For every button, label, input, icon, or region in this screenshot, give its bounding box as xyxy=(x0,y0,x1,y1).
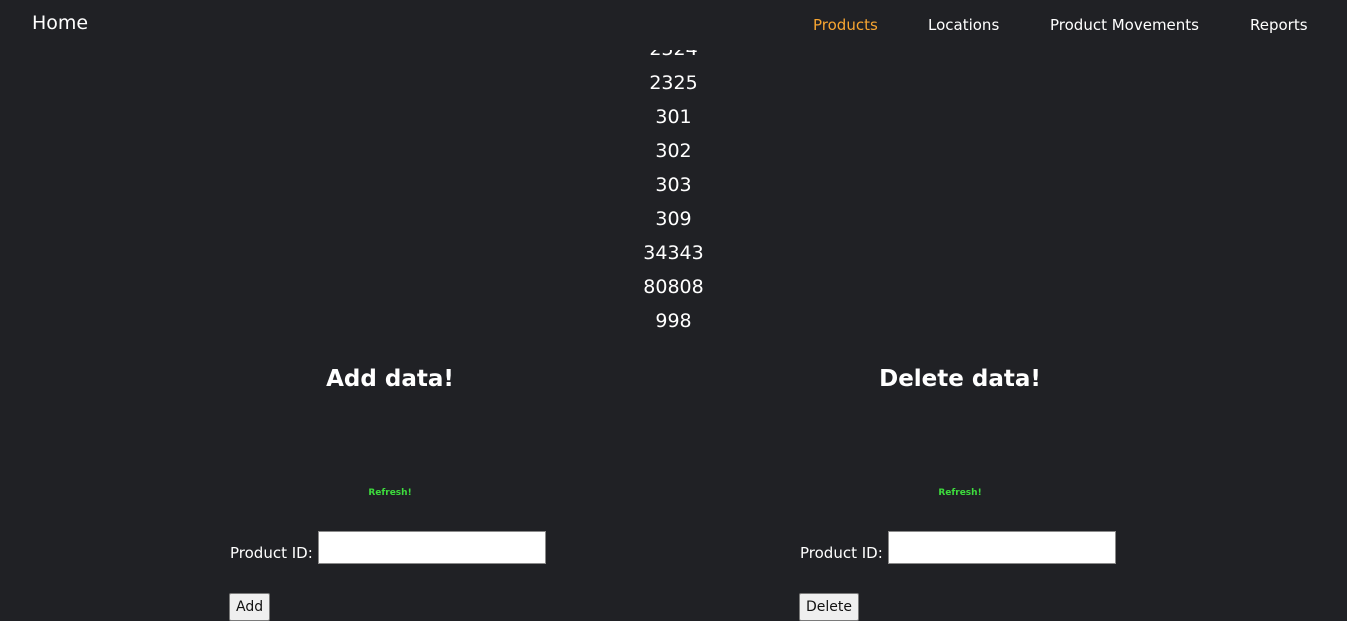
delete-data-title: Delete data! xyxy=(879,366,1041,392)
product-id-item: 2325 xyxy=(649,72,698,94)
add-data-title: Add data! xyxy=(326,366,454,392)
add-product-id-label: Product ID: xyxy=(230,544,313,562)
product-id-item: 302 xyxy=(655,140,692,162)
nav-link-locations[interactable]: Locations xyxy=(928,16,999,34)
nav-link-products[interactable]: Products xyxy=(813,16,878,34)
delete-button[interactable]: Delete xyxy=(799,593,859,621)
top-navbar: Home Products Locations Product Movement… xyxy=(0,0,1347,50)
delete-product-id-input[interactable] xyxy=(888,531,1116,564)
product-id-item: 301 xyxy=(655,106,692,128)
add-refresh-text: Refresh! xyxy=(368,488,412,498)
product-id-item: 303 xyxy=(655,174,692,196)
product-id-item: 80808 xyxy=(643,276,704,298)
delete-product-id-label: Product ID: xyxy=(800,544,883,562)
add-product-id-input[interactable] xyxy=(318,531,546,564)
home-link[interactable]: Home xyxy=(32,12,88,34)
nav-link-product-movements[interactable]: Product Movements xyxy=(1050,16,1199,34)
product-id-list: 2324 2325 301 302 303 309 34343 80808 99… xyxy=(0,32,1347,338)
delete-refresh-text: Refresh! xyxy=(938,488,982,498)
add-button[interactable]: Add xyxy=(229,593,271,621)
product-id-item: 998 xyxy=(655,310,692,332)
nav-link-reports[interactable]: Reports xyxy=(1250,16,1308,34)
product-id-item: 309 xyxy=(655,208,692,230)
product-id-item: 34343 xyxy=(643,242,704,264)
